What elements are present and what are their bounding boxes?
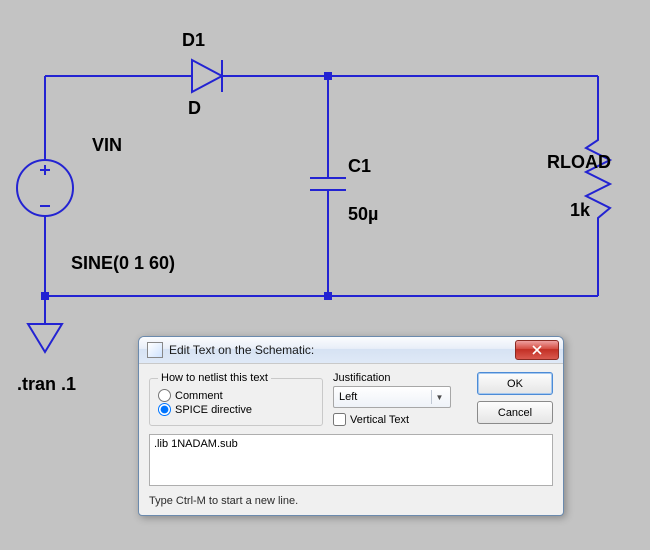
vsource-spec[interactable]: SINE(0 1 60) bbox=[71, 253, 175, 274]
vertical-text-label: Vertical Text bbox=[350, 414, 409, 426]
netlist-group-label: How to netlist this text bbox=[158, 372, 271, 384]
edit-text-dialog: Edit Text on the Schematic: How to netli… bbox=[138, 336, 564, 516]
directive-text-input[interactable] bbox=[149, 434, 553, 486]
vertical-text-checkbox[interactable] bbox=[333, 413, 346, 426]
radio-spice-directive[interactable] bbox=[158, 403, 171, 416]
rload-refdes[interactable]: RLOAD bbox=[547, 152, 627, 173]
netlist-group: How to netlist this text Comment SPICE d… bbox=[149, 372, 323, 426]
dialog-title: Edit Text on the Schematic: bbox=[169, 343, 515, 357]
dialog-titlebar[interactable]: Edit Text on the Schematic: bbox=[139, 337, 563, 364]
dialog-hint: Type Ctrl-M to start a new line. bbox=[139, 491, 563, 515]
radio-comment-label: Comment bbox=[175, 390, 223, 402]
justification-value: Left bbox=[339, 391, 357, 403]
rload-value[interactable]: 1k bbox=[570, 200, 590, 221]
chevron-down-icon: ▼ bbox=[431, 390, 447, 404]
radio-spice-label: SPICE directive bbox=[175, 404, 252, 416]
ok-button[interactable]: OK bbox=[477, 372, 553, 395]
close-icon bbox=[532, 345, 542, 355]
radio-comment[interactable] bbox=[158, 389, 171, 402]
diode-refdes[interactable]: D1 bbox=[182, 30, 205, 51]
vsource-name[interactable]: VIN bbox=[92, 135, 122, 156]
spice-directive-tran[interactable]: .tran .1 bbox=[17, 374, 76, 395]
diode-value[interactable]: D bbox=[188, 98, 201, 119]
close-button[interactable] bbox=[515, 340, 559, 360]
justification-select[interactable]: Left ▼ bbox=[333, 386, 451, 408]
justification-column: Justification Left ▼ Vertical Text bbox=[333, 372, 451, 426]
app-icon bbox=[147, 342, 163, 358]
cancel-button[interactable]: Cancel bbox=[477, 401, 553, 424]
cap-value[interactable]: 50µ bbox=[348, 204, 378, 225]
justification-label: Justification bbox=[333, 372, 451, 384]
cap-refdes[interactable]: C1 bbox=[348, 156, 371, 177]
